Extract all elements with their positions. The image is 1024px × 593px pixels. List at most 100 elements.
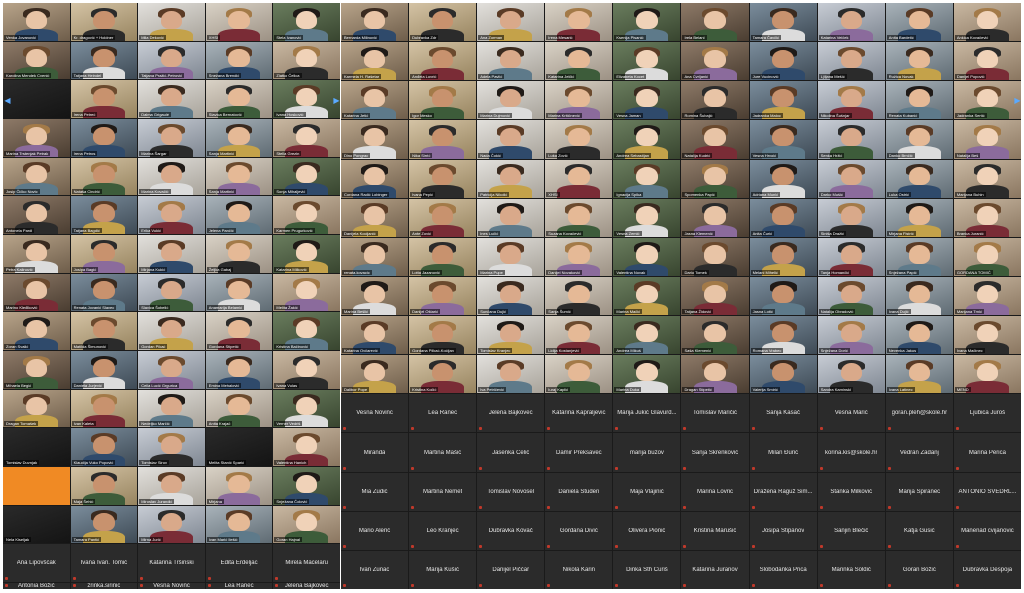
participant-tile[interactable]: Jadranka Maloc	[749, 81, 817, 120]
participant-tile[interactable]: Ivana Hosković	[273, 80, 340, 118]
participant-tile[interactable]: Karmen Prugurković	[273, 196, 340, 234]
participant-tile[interactable]: Romana Vrabec	[749, 316, 817, 355]
participant-tile-no-video[interactable]: Slobodanka Prica	[749, 550, 817, 589]
participant-tile[interactable]: Petra Kalinović	[3, 235, 70, 273]
participant-tile-no-video[interactable]: Mirela Macelaru	[273, 544, 340, 582]
participant-tile-no-video[interactable]: Daniela Studen	[545, 472, 613, 511]
participant-tile[interactable]: Ignacija Spika	[613, 159, 681, 198]
participant-tile[interactable]: Matilda Šimunović	[70, 312, 138, 350]
participant-tile[interactable]: Josipa Bagić	[70, 235, 138, 273]
next-page-icon[interactable]: ▶	[332, 96, 341, 105]
participant-tile[interactable]: Ružica Novak	[885, 42, 953, 81]
participant-tile[interactable]: Verner Vedriš	[273, 389, 340, 428]
participant-tile[interactable]: Marijana Trnić	[953, 276, 1021, 316]
participant-tile[interactable]: Mila Deković	[138, 3, 205, 41]
participant-tile[interactable]: Snežana Brendić	[205, 41, 273, 80]
participant-tile-no-video[interactable]: Danijel Pičćar	[477, 550, 545, 589]
participant-tile[interactable]: Danijel Popović	[953, 42, 1021, 81]
participant-tile[interactable]: Nevenka Jakus	[885, 316, 953, 355]
participant-tile[interactable]: Ivana Dujić	[885, 276, 953, 316]
participant-tile[interactable]: Dino Pongrac	[341, 120, 409, 159]
participant-tile[interactable]: Nikolina Šušnjar	[817, 81, 885, 120]
participant-tile[interactable]: Melita Žakić	[273, 273, 340, 312]
participant-tile-no-video[interactable]: Gordana Divić	[545, 511, 613, 550]
participant-tile[interactable]: Darko Mušić	[817, 159, 885, 198]
participant-tile[interactable]: Kr. dragović + Holdner	[70, 3, 138, 41]
participant-tile[interactable]: Branka Juranić	[953, 198, 1021, 237]
participant-tile[interactable]: Snježana Dorić	[817, 316, 885, 355]
participant-tile[interactable]: Tomislav Duvnjak	[3, 428, 70, 466]
participant-tile[interactable]: Nika Sirrić	[409, 120, 477, 159]
participant-tile[interactable]: Dragan Tomašek	[3, 389, 70, 428]
participant-tile[interactable]: Marina Kovačić	[138, 157, 205, 196]
next-page-icon[interactable]: ▶	[1013, 96, 1022, 105]
participant-tile[interactable]: Siniša Dražić	[817, 198, 885, 237]
participant-tile[interactable]: Sunčana Dujić	[477, 276, 545, 316]
participant-tile[interactable]: Mirna Jurić	[138, 505, 205, 544]
participant-tile-no-video[interactable]: Mia Žudić	[341, 472, 409, 511]
participant-tile[interactable]: Gordan Pikać	[138, 312, 205, 350]
participant-tile[interactable]: Ankica Kovačević	[953, 3, 1021, 42]
participant-tile[interactable]: Kristina Bačinović	[273, 312, 340, 350]
participant-tile[interactable]: Karolina Mendek Cvenić	[3, 41, 70, 80]
participant-tile-no-video[interactable]: Edita Erdeljac	[205, 544, 273, 582]
participant-tile-no-video[interactable]: Maja Vlajinić	[613, 472, 681, 511]
participant-tile[interactable]: MEND	[953, 355, 1021, 394]
participant-tile-no-video[interactable]: Marina Perica	[953, 433, 1021, 472]
participant-tile[interactable]: Marijana Buhin	[953, 159, 1021, 198]
participant-tile[interactable]: Bernarda Milinović	[341, 3, 409, 42]
participant-tile-no-video[interactable]: Ivana Ivan. Tomić	[70, 544, 138, 582]
participant-tile[interactable]: renata.kovacic	[341, 237, 409, 276]
participant-tile-no-video[interactable]: Ivan Žunac	[341, 550, 409, 589]
participant-tile[interactable]: Luka Zović	[545, 120, 613, 159]
participant-tile[interactable]: Mihaela Begić	[3, 351, 70, 389]
participant-tile[interactable]: Valentina Novak	[613, 237, 681, 276]
participant-tile-no-video[interactable]: Marina Lovric	[681, 472, 749, 511]
participant-tile[interactable]: Ines Lučić	[477, 198, 545, 237]
participant-tile[interactable]: Iuraj Kaplić	[545, 355, 613, 394]
participant-tile[interactable]: Ceila Lucić Grgurica	[138, 351, 205, 389]
participant-tile-no-video[interactable]: Sanja Kasač	[749, 394, 817, 433]
participant-tile[interactable]: Zlatko Čelica	[273, 41, 340, 80]
participant-tile[interactable]: Adela Pavlić	[477, 42, 545, 81]
participant-tile[interactable]: Stella Grezin	[273, 119, 340, 157]
participant-tile[interactable]: Mirjana Kukić	[138, 235, 205, 273]
participant-tile[interactable]: Dalibor Pope	[341, 355, 409, 394]
participant-tile[interactable]: Jadranka Sertić	[953, 81, 1021, 120]
participant-tile[interactable]: Josip Čičko Novic	[3, 157, 70, 196]
participant-tile[interactable]: Romina Šubajić	[681, 81, 749, 120]
participant-tile[interactable]: Danijel Oštarić	[409, 276, 477, 316]
participant-tile[interactable]: Nada Čokić	[477, 120, 545, 159]
participant-tile[interactable]: Anđela Lovrić	[409, 42, 477, 81]
participant-tile-no-video[interactable]: Dubravka Kovač	[477, 511, 545, 550]
participant-tile[interactable]: Melita Stanić Sparić	[205, 428, 273, 466]
participant-tile-no-video[interactable]: Milan Đurić	[749, 433, 817, 472]
participant-tile[interactable]: Maja Šehić	[70, 467, 138, 505]
participant-tile[interactable]: Ana Zorman	[477, 3, 545, 42]
participant-tile[interactable]: Irena Mesarić	[545, 3, 613, 42]
participant-tile[interactable]: Marina Kritičnević	[545, 81, 613, 120]
participant-tile[interactable]: Sanja Šumić	[545, 276, 613, 316]
participant-tile[interactable]: Jasna Klemenić	[681, 198, 749, 237]
participant-tile-no-video[interactable]: Stanka Milković	[817, 472, 885, 511]
participant-tile-no-video[interactable]: Josipa Stipanov	[749, 511, 817, 550]
participant-tile[interactable]: Katarina Jelčić	[545, 42, 613, 81]
participant-tile[interactable]: Elizabeta Kocet	[613, 42, 681, 81]
participant-tile[interactable]: Dubravka Zdr	[409, 3, 477, 42]
participant-tile-no-video[interactable]: Ljubica Juroš	[953, 394, 1021, 433]
participant-tile[interactable]: Tamara Pantić	[70, 505, 138, 544]
participant-tile-no-video[interactable]: Nikola Karin	[545, 550, 613, 589]
participant-tile[interactable]: Ksenija Pisanić	[613, 3, 681, 42]
participant-tile-no-video[interactable]: Sanja Skrenković	[681, 433, 749, 472]
participant-tile[interactable]: Saša Klemenić	[681, 316, 749, 355]
participant-tile[interactable]: Mirjana Fistrić	[885, 198, 953, 237]
participant-tile[interactable]: Ivana Latinec	[885, 355, 953, 394]
participant-tile[interactable]: Anamarija Belamić	[205, 273, 273, 312]
participant-tile[interactable]: Sonja Mihaljević	[273, 157, 340, 196]
participant-tile[interactable]: Spomenka Papić	[681, 159, 749, 198]
participant-tile-no-video[interactable]: Vesna Novinc	[341, 394, 409, 433]
participant-tile[interactable]: Miroslav Jurandić	[138, 467, 205, 505]
participant-tile[interactable]: Katarina Ovčarević	[341, 316, 409, 355]
participant-tile-no-video[interactable]: Marinka Soldić	[817, 550, 885, 589]
participant-tile[interactable]: Danijel Novaković	[545, 237, 613, 276]
